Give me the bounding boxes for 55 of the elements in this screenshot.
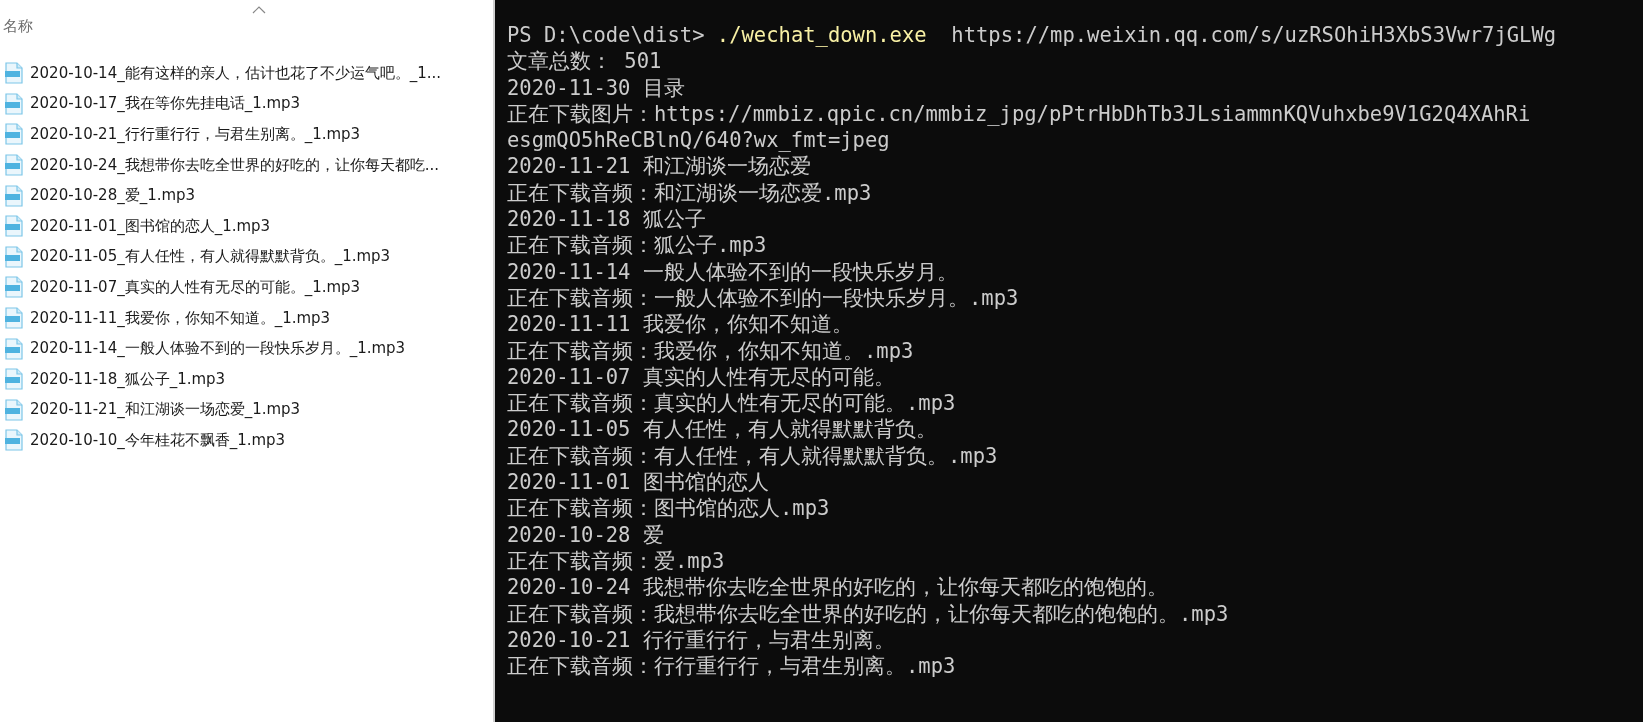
terminal-output-line: 正在下载音频：图书馆的恋人.mp3	[507, 496, 830, 521]
file-name[interactable]: 2020-11-11_我爱你，你知不知道。_1.mp3	[30, 308, 331, 328]
terminal-output-line: 2020-11-14 一般人体验不到的一段快乐岁月。	[507, 259, 958, 284]
audio-file-icon	[4, 429, 24, 452]
terminal-output-line: esgmQO5hReCBlnQ/640?wx_fmt=jpeg	[507, 128, 890, 153]
terminal-output-line: 正在下载音频：行行重行行，与君生别离。.mp3	[507, 654, 956, 679]
terminal-output-line: 2020-10-28 爱	[507, 522, 664, 547]
file-name[interactable]: 2020-10-24_我想带你去吃全世界的好吃的，让你每天都吃...	[30, 155, 439, 175]
terminal-output-line: 正在下载音频：一般人体验不到的一段快乐岁月。.mp3	[507, 285, 1019, 310]
terminal-output-line: 正在下载音频：和江湖谈一场恋爱.mp3	[507, 180, 872, 205]
audio-file-icon	[4, 337, 24, 360]
file-name[interactable]: 2020-11-14_一般人体验不到的一段快乐岁月。_1.mp3	[30, 339, 406, 359]
terminal-output-line: 2020-10-24 我想带你去吃全世界的好吃的，让你每天都吃的饱饱的。	[507, 575, 1168, 600]
file-name[interactable]: 2020-11-18_狐公子_1.mp3	[30, 369, 226, 389]
audio-file-icon	[4, 123, 24, 146]
terminal-output-line: 正在下载图片：https://mmbiz.qpic.cn/mmbiz_jpg/pPtrHbDhTb3JLsiammnKQVuhxbe9V1G2Q4XAhRi	[507, 101, 1531, 126]
sort-caret-icon	[252, 6, 266, 14]
terminal-output-line: 正在下载音频：真实的人性有无尽的可能。.mp3	[507, 391, 956, 416]
audio-file-icon	[4, 245, 24, 268]
file-name[interactable]: 2020-10-28_爱_1.mp3	[30, 186, 196, 206]
audio-file-icon	[4, 307, 24, 330]
file-name[interactable]: 2020-11-01_图书馆的恋人_1.mp3	[30, 216, 271, 236]
audio-file-icon	[4, 184, 24, 207]
audio-file-icon	[4, 276, 24, 299]
file-name[interactable]: 2020-10-17_我在等你先挂电话_1.mp3	[30, 94, 301, 114]
terminal-prompt: PS D:\code\dist>	[507, 23, 705, 47]
terminal-command: ./wechat_down.exe	[716, 23, 927, 47]
terminal-output-line: 正在下载音频：有人任性，有人就得默默背负。.mp3	[507, 443, 998, 468]
file-name[interactable]: 2020-11-05_有人任性，有人就得默默背负。_1.mp3	[30, 247, 391, 267]
terminal-output-line: 正在下载音频：我爱你，你知不知道。.mp3	[507, 338, 914, 363]
terminal-output-line: 文章总数： 501	[507, 49, 662, 74]
file-name[interactable]: 2020-11-07_真实的人性有无尽的可能。_1.mp3	[30, 277, 361, 297]
terminal-output-line: 2020-11-07 真实的人性有无尽的可能。	[507, 364, 895, 389]
terminal-output-line: 2020-11-21 和江湖谈一场恋爱	[507, 154, 811, 179]
terminal-output-line: 2020-10-21 行行重行行，与君生别离。	[507, 627, 895, 652]
file-name[interactable]: 2020-10-21_行行重行行，与君生别离。_1.mp3	[30, 125, 361, 144]
terminal-output-line: 正在下载音频：我想带你去吃全世界的好吃的，让你每天都吃的饱饱的。.mp3	[507, 601, 1229, 626]
audio-file-icon	[4, 92, 24, 115]
audio-file-icon	[4, 154, 24, 177]
terminal-output-line: 正在下载音频：狐公子.mp3	[507, 233, 767, 258]
terminal-output-line: 2020-11-11 我爱你，你知不知道。	[507, 312, 853, 337]
file-name[interactable]: 2020-10-10_今年桂花不飘香_1.mp3	[30, 430, 286, 450]
audio-file-icon	[4, 368, 24, 391]
column-header[interactable]: 名称	[3, 16, 33, 36]
terminal-output-line: 2020-11-30 目录	[507, 75, 685, 100]
terminal-argument: https://mp.weixin.qq.com/s/uzRSOhiH3XbS3Vwr7jGLWg	[951, 23, 1557, 47]
terminal-output-line: 正在下载音频：爱.mp3	[507, 548, 725, 573]
audio-file-icon	[4, 398, 24, 421]
file-name[interactable]: 2020-10-14_能有这样的亲人，估计也花了不少运气吧。_1...	[30, 63, 442, 83]
file-name[interactable]: 2020-11-21_和江湖谈一场恋爱_1.mp3	[30, 400, 301, 420]
audio-file-icon	[4, 62, 24, 85]
terminal-output-line: 2020-11-18 狐公子	[507, 207, 706, 232]
terminal-output-line: 2020-11-05 有人任性，有人就得默默背负。	[507, 417, 937, 442]
terminal-output-line: 2020-11-01 图书馆的恋人	[507, 470, 769, 495]
audio-file-icon	[4, 215, 24, 238]
